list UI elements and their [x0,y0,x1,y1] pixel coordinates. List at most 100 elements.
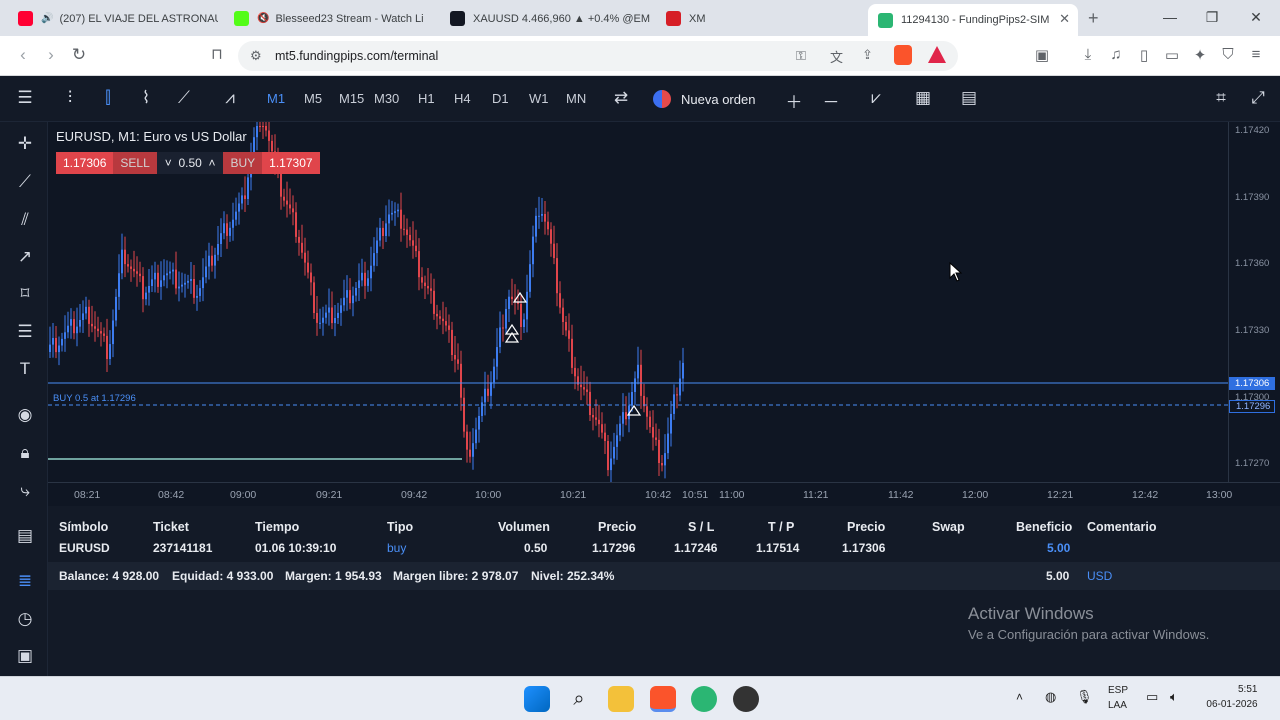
forward-icon[interactable]: › [40,45,62,65]
col-header-symbol[interactable]: Símbolo [59,520,108,534]
hamburger-menu-icon[interactable]: ☰ [13,88,37,108]
col-header-time[interactable]: Tiempo [255,520,299,534]
price-chart[interactable] [48,122,1228,482]
fullscreen-icon[interactable]: ⤢ [1246,88,1270,108]
timeframe-d1[interactable]: D1 [492,91,509,106]
col-header-volume[interactable]: Volumen [498,520,550,534]
language-indicator[interactable]: ESP [1108,685,1128,696]
bar-chart-icon[interactable]: ⫶ [58,88,82,108]
site-settings-icon[interactable]: ⚙ [250,48,262,64]
close-tab-icon[interactable]: ✕ [1059,11,1070,27]
candles-icon[interactable]: ⫿ [96,88,120,108]
trendline-tool-icon[interactable]: ⟋ [12,169,38,195]
time-axis[interactable]: 08:21 08:42 09:00 09:21 09:42 10:00 10:21 10:42… [48,482,1280,506]
crosshair-icon[interactable]: ✛ [12,131,38,157]
bookmark-icon[interactable]: ⊓ [206,45,228,63]
price-axis[interactable]: 1.17420 1.17390 1.17360 1.17330 1.17300 … [1228,122,1280,482]
brave-browser-icon[interactable] [650,686,676,712]
file-explorer-icon[interactable] [608,686,634,712]
timeframe-mn[interactable]: MN [566,91,586,106]
buy-price[interactable]: 1.17307 [262,152,320,174]
network-icon[interactable]: ◍ [1045,689,1056,705]
object-list-icon[interactable]: ⤷ [12,478,38,504]
back-icon[interactable]: ‹ [12,45,34,65]
trade-panel-icon[interactable]: ▤ [12,523,38,549]
volume-icon[interactable]: 🔈︎ [1170,689,1178,705]
vpn-icon[interactable]: ⛉ [1218,46,1238,63]
volume-field[interactable]: ˅ 0.50 ˄ [156,152,224,174]
trend-icon[interactable]: ⟋ [172,88,196,108]
sell-price[interactable]: 1.17306 [56,152,114,174]
ray-tool-icon[interactable]: ↗ [12,244,38,270]
menu-icon[interactable]: ≡ [1246,46,1266,63]
positions-list-icon[interactable]: ≣ [12,568,38,594]
browser-tab-fundingpips[interactable]: 11294130 - FundingPips2-SIM ✕ [868,4,1078,36]
volume-down-icon[interactable]: ˅ [165,156,172,170]
fundingpips-app-icon[interactable] [691,686,717,712]
indicators-icon[interactable]: ⩘ [218,88,242,108]
keyboard-layout[interactable]: LAA [1108,700,1127,711]
channel-tool-icon[interactable]: ⫽ [12,207,38,233]
new-tab-button[interactable]: + [1088,8,1099,29]
close-window-icon[interactable]: ✕ [1246,9,1266,26]
wallet-icon[interactable]: ▣ [1032,46,1052,64]
history-icon[interactable]: ◷ [12,606,38,632]
text-tool-icon[interactable]: T [12,356,38,382]
new-order-button[interactable]: Nueva orden [653,88,755,110]
timeframe-w1[interactable]: W1 [529,91,549,106]
cell-sl[interactable]: 1.17246 [674,541,717,555]
timeframe-m15[interactable]: M15 [339,91,364,106]
share-icon[interactable]: ⇪ [862,47,873,63]
col-header-comment[interactable]: Comentario [1087,520,1156,534]
sidebar-icon[interactable]: ▯ [1134,46,1154,64]
col-header-tp[interactable]: T / P [768,520,794,534]
journal-icon[interactable]: ▣ [12,643,38,669]
timeframe-m1[interactable]: M1 [267,91,285,106]
display-icon[interactable]: ▭ [1146,689,1158,705]
browser-tab-kick[interactable]: 🔇 Blesseed23 Stream - Watch Li [224,5,434,32]
timeframe-m5[interactable]: M5 [304,91,322,106]
clock-time[interactable]: 5:51 [1238,684,1257,695]
timeframe-h1[interactable]: H1 [418,91,435,106]
sell-button[interactable]: SELL [113,152,157,174]
search-icon[interactable]: ⌕ [566,686,592,712]
zoom-in-icon[interactable]: ＋ [782,88,806,113]
browser-tab-youtube[interactable]: 🔊 (207) EL VIAJE DEL ASTRONAU [8,5,218,32]
calendar-icon[interactable]: ▦ [911,88,935,108]
leo-ai-icon[interactable]: ✦ [1190,46,1210,64]
timeframe-h4[interactable]: H4 [454,91,471,106]
line-chart-icon[interactable]: ⌇ [134,88,158,108]
buy-button[interactable]: BUY [223,152,263,174]
shapes-tool-icon[interactable]: ⌑ [12,281,38,307]
translate-icon[interactable]: 文 [830,47,843,66]
col-header-price-current[interactable]: Precio [847,520,885,534]
screenshot-icon[interactable]: ⌗ [1209,88,1233,108]
tray-overflow-icon[interactable]: ˄ [1016,690,1023,704]
browser-tab-tradingview[interactable]: XAUUSD 4.466,960 ▲ +0.4% @EM [440,5,650,32]
password-key-icon[interactable]: ⚿ [796,48,806,64]
volume-up-icon[interactable]: ˄ [208,156,215,170]
browser-tab-xm[interactable]: XM [656,5,866,32]
media-icon[interactable]: ♫ [1106,46,1126,63]
maximize-window-icon[interactable]: ❐ [1202,9,1222,26]
col-header-profit[interactable]: Beneficio [1016,520,1072,534]
col-header-type[interactable]: Tipo [387,520,413,534]
clock-date[interactable]: 06-01-2026 [1202,699,1262,710]
cell-tp[interactable]: 1.17514 [756,541,799,555]
address-bar[interactable]: ⚙ mt5.fundingpips.com/terminal ⚿ 文 ⇪ [238,41,958,71]
brave-rewards-icon[interactable] [928,46,946,63]
zoom-out-icon[interactable]: － [819,88,843,113]
reload-icon[interactable]: ↻ [68,45,90,65]
lock-icon[interactable]: 🔒︎ [12,440,38,466]
col-header-swap[interactable]: Swap [932,520,965,534]
download-icon[interactable]: ⤓ [1078,46,1098,63]
fibonacci-tool-icon[interactable]: ☰ [12,319,38,345]
col-header-sl[interactable]: S / L [688,520,714,534]
templates-icon[interactable]: ▤ [957,88,981,108]
brave-shield-icon[interactable] [894,45,912,65]
timeframe-m30[interactable]: M30 [374,91,399,106]
one-click-trading-icon[interactable]: ⇄ [609,88,633,108]
microphone-icon[interactable]: 🎙︎ [1076,689,1093,705]
wallet2-icon[interactable]: ▭ [1162,46,1182,64]
indicator-add-icon[interactable]: ⩗ [864,88,888,108]
